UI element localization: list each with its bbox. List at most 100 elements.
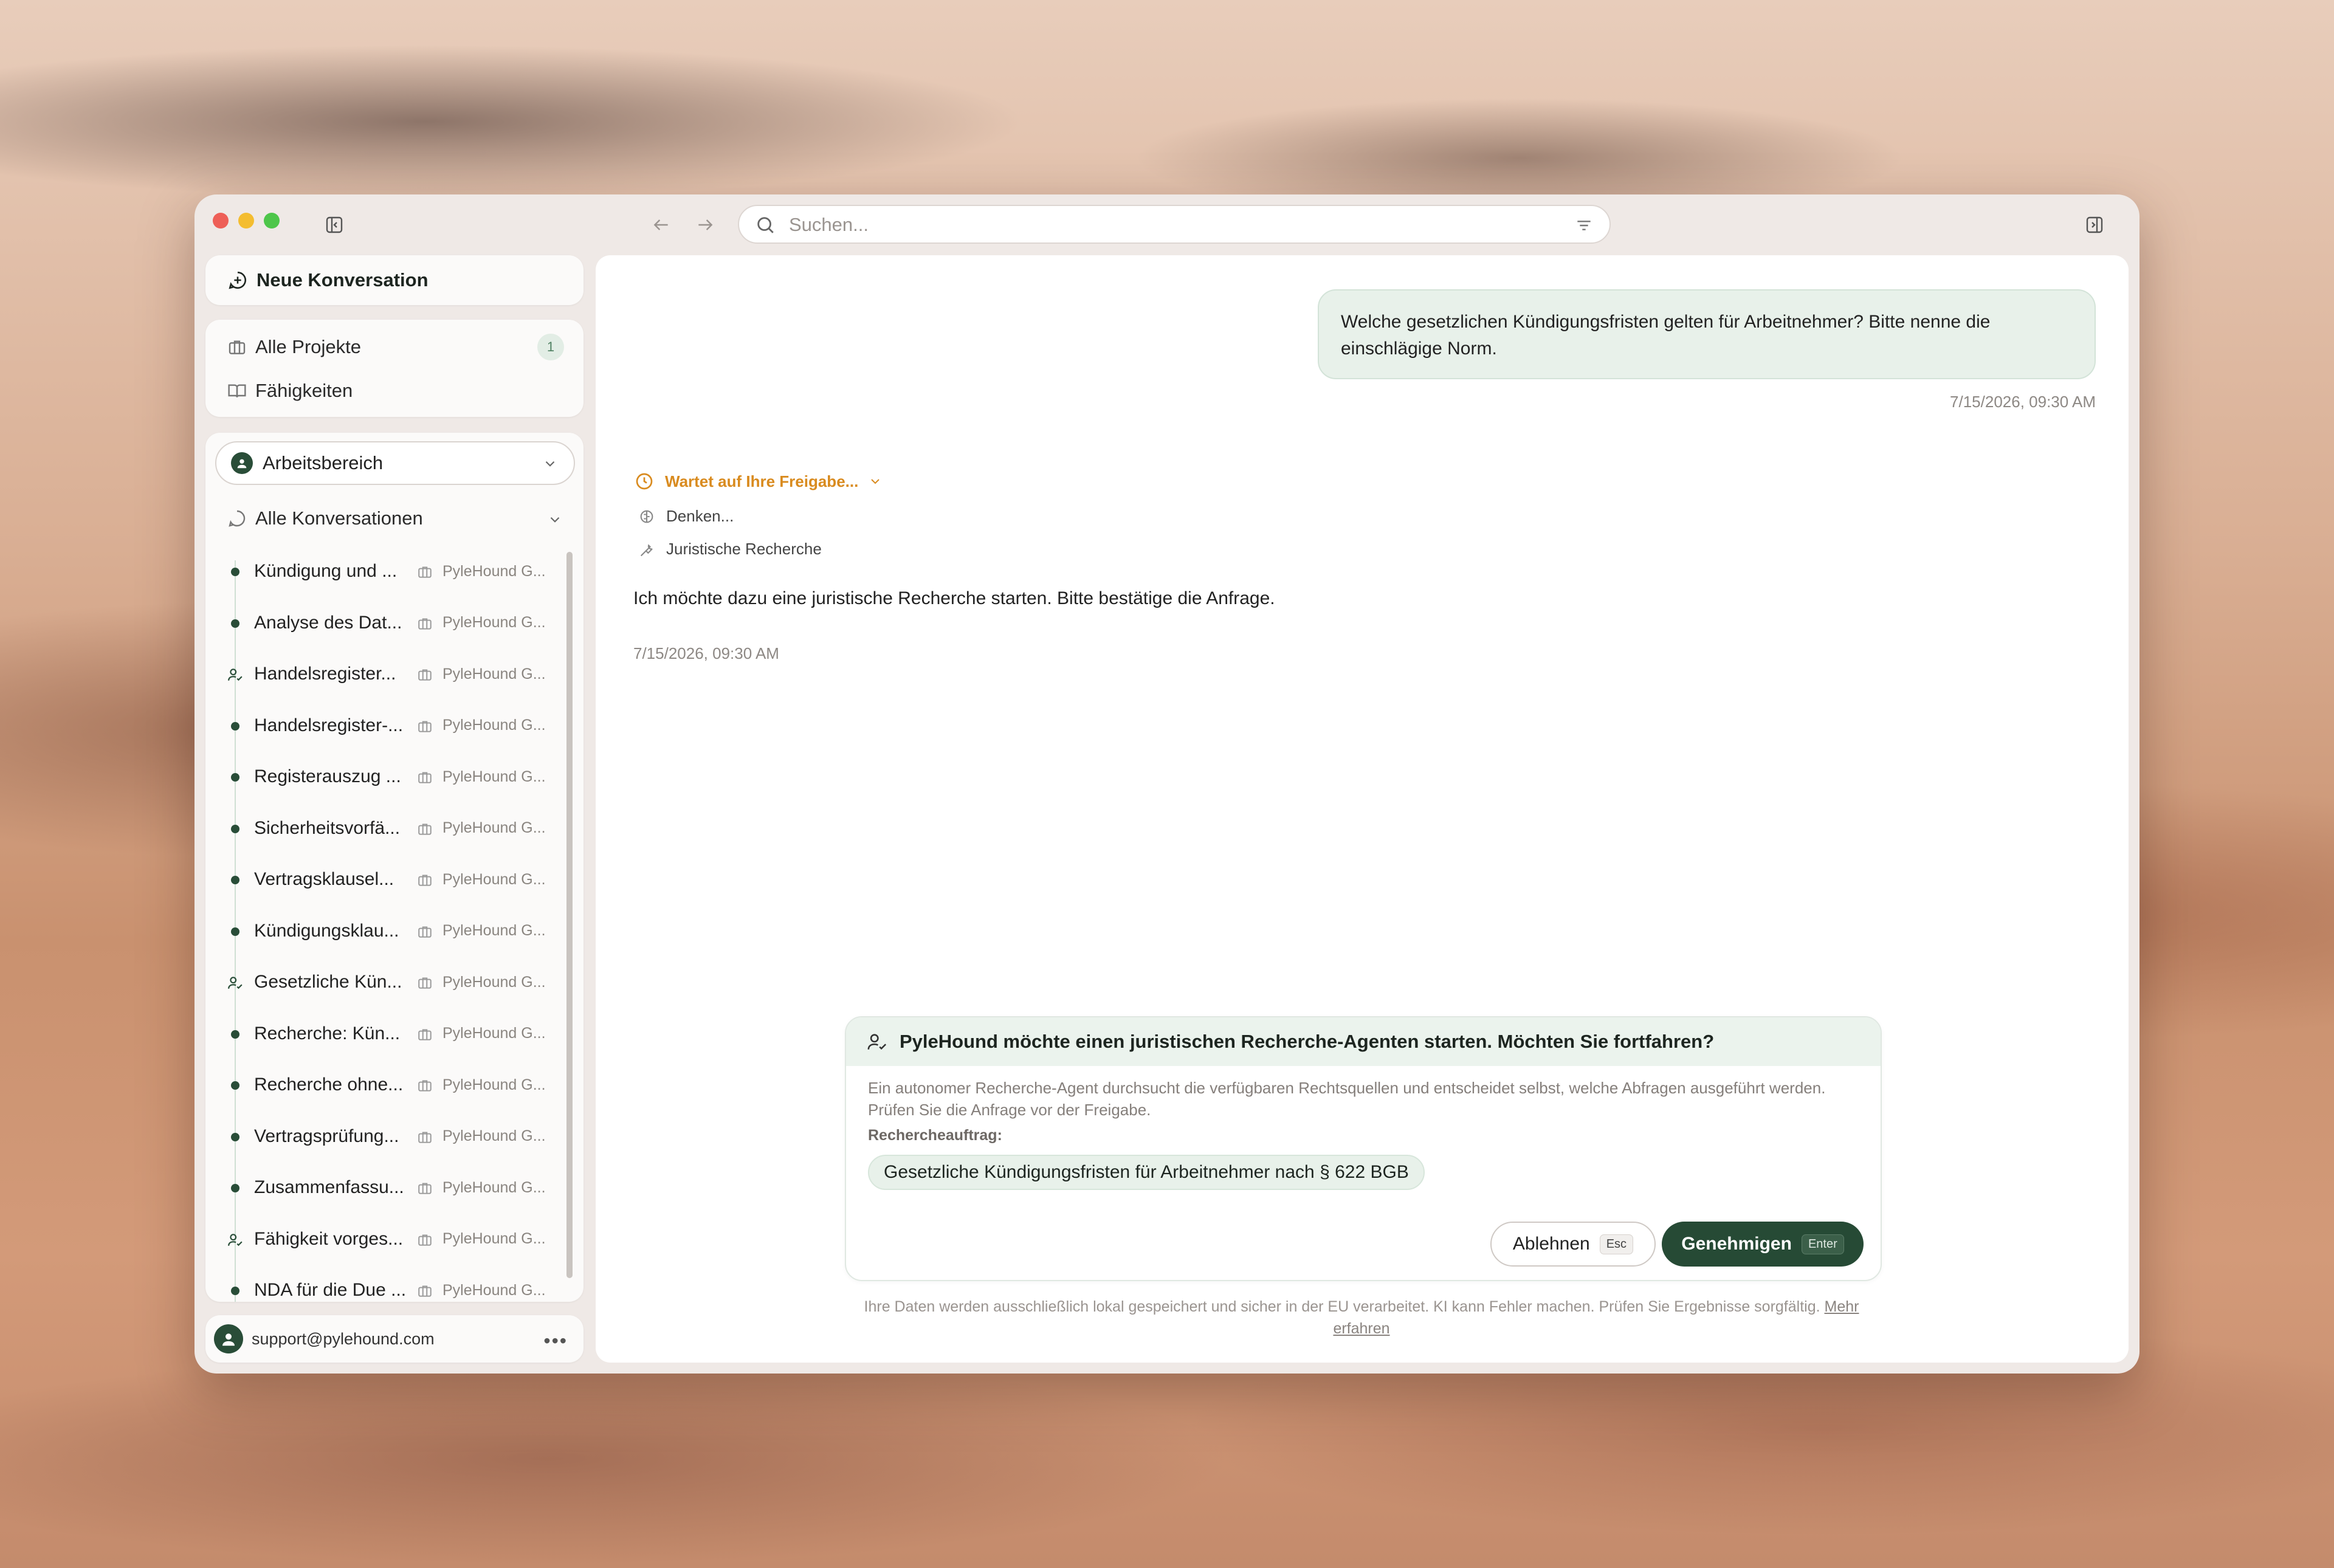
chat-panel: Welche gesetzlichen Kündigungsfristen ge… bbox=[596, 255, 2129, 1363]
conversation-project: PyleHound G... bbox=[442, 1076, 546, 1093]
toggle-right-panel-icon[interactable] bbox=[2082, 213, 2107, 237]
briefcase-icon bbox=[227, 337, 247, 357]
conversation-item[interactable]: Zusammenfassu... PyleHound G... bbox=[205, 1162, 570, 1214]
reject-button[interactable]: Ablehnen Esc bbox=[1490, 1222, 1656, 1267]
briefcase-icon bbox=[417, 924, 433, 943]
user-check-icon bbox=[227, 975, 243, 991]
sidebar: Neue Konversation Alle Projekte 1 Fähigk… bbox=[205, 255, 584, 1363]
conversation-item[interactable]: Registerauszug ... PyleHound G... bbox=[205, 751, 570, 803]
toggle-sidebar-icon[interactable] bbox=[322, 213, 346, 237]
esc-key-hint: Esc bbox=[1599, 1234, 1634, 1254]
conversation-project: PyleHound G... bbox=[442, 870, 546, 888]
conversation-item[interactable]: Sicherheitsvorfä... PyleHound G... bbox=[205, 803, 570, 854]
conversation-title: NDA für die Due ... bbox=[254, 1280, 407, 1301]
minimize-window-button[interactable] bbox=[238, 213, 254, 229]
workspace-avatar-icon bbox=[231, 452, 253, 474]
conversation-item[interactable]: Handelsregister-... PyleHound G... bbox=[205, 700, 570, 752]
chat-bubble-icon bbox=[227, 509, 247, 528]
sidebar-item-label: Alle Projekte bbox=[255, 336, 362, 357]
assistant-message-timestamp: 7/15/2026, 09:30 AM bbox=[633, 644, 779, 662]
nav-card: Alle Projekte 1 Fähigkeiten bbox=[205, 320, 584, 417]
clock-icon bbox=[635, 472, 654, 491]
step-legal-research: Juristische Recherche bbox=[638, 540, 822, 559]
all-conversations-toggle[interactable]: Alle Konversationen bbox=[205, 497, 584, 540]
status-dot bbox=[227, 1129, 243, 1145]
chevron-down-icon bbox=[547, 512, 563, 531]
conversation-title: Sicherheitsvorfä... bbox=[254, 817, 401, 838]
user-check-icon bbox=[227, 667, 243, 683]
search-bar[interactable] bbox=[738, 205, 1611, 244]
briefcase-icon bbox=[417, 718, 433, 737]
status-dot bbox=[227, 1078, 243, 1093]
conversation-title: Registerauszug ... bbox=[254, 766, 401, 787]
briefcase-icon bbox=[417, 821, 433, 840]
user-account[interactable]: support@pylehound.com ••• bbox=[205, 1315, 584, 1363]
step-label: Juristische Recherche bbox=[666, 540, 822, 558]
workspace-label: Arbeitsbereich bbox=[263, 452, 384, 473]
chevron-down-icon bbox=[542, 456, 558, 475]
research-request-chip: Gesetzliche Kündigungsfristen für Arbeit… bbox=[868, 1155, 1425, 1190]
status-dot bbox=[227, 616, 243, 631]
user-message-timestamp: 7/15/2026, 09:30 AM bbox=[1950, 393, 2096, 411]
new-conversation-button[interactable]: Neue Konversation bbox=[205, 255, 584, 305]
approval-header: PyleHound möchte einen juristischen Rech… bbox=[846, 1017, 1881, 1066]
book-icon bbox=[227, 381, 247, 401]
conversation-item[interactable]: Fähigkeit vorges... PyleHound G... bbox=[205, 1214, 570, 1265]
status-dot bbox=[227, 769, 243, 785]
briefcase-icon bbox=[417, 1180, 433, 1199]
step-thinking: Denken... bbox=[638, 507, 734, 526]
scrollbar[interactable] bbox=[566, 552, 573, 1278]
count-badge: 1 bbox=[537, 334, 564, 360]
workspace-select[interactable]: Arbeitsbereich bbox=[215, 441, 575, 485]
more-options-icon[interactable]: ••• bbox=[543, 1330, 568, 1352]
sidebar-item-all-projects[interactable]: Alle Projekte 1 bbox=[205, 326, 584, 368]
approve-button[interactable]: Genehmigen Enter bbox=[1662, 1222, 1864, 1267]
chevron-down-icon bbox=[868, 474, 883, 489]
conversation-title: Gesetzliche Kün... bbox=[254, 972, 402, 992]
conversation-item[interactable]: Recherche ohne... PyleHound G... bbox=[205, 1059, 570, 1111]
pending-approval-status[interactable]: Wartet auf Ihre Freigabe... bbox=[635, 472, 883, 491]
conversation-item[interactable]: Recherche: Kün... PyleHound G... bbox=[205, 1008, 570, 1060]
conversation-project: PyleHound G... bbox=[442, 1281, 546, 1299]
new-conversation-label: Neue Konversation bbox=[256, 269, 429, 291]
conversation-item[interactable]: Kündigung und ... PyleHound G... bbox=[205, 546, 570, 597]
footer-text: Ihre Daten werden ausschließlich lokal g… bbox=[864, 1298, 1820, 1315]
back-arrow-icon[interactable] bbox=[649, 213, 673, 237]
conversation-title: Vertragsklausel... bbox=[254, 869, 394, 890]
assistant-message: Ich möchte dazu eine juristische Recherc… bbox=[633, 588, 1275, 608]
new-chat-icon bbox=[227, 270, 248, 291]
forward-arrow-icon[interactable] bbox=[693, 213, 717, 237]
approval-description: Ein autonomer Recherche-Agent durchsucht… bbox=[868, 1079, 1826, 1119]
conversation-item[interactable]: NDA für die Due ... PyleHound G... bbox=[205, 1265, 570, 1302]
search-input[interactable] bbox=[788, 211, 1550, 239]
conversation-title: Vertragsprüfung... bbox=[254, 1126, 399, 1146]
conversation-project: PyleHound G... bbox=[442, 562, 546, 580]
filter-icon[interactable] bbox=[1574, 216, 1594, 238]
briefcase-icon bbox=[417, 667, 433, 686]
conversation-project: PyleHound G... bbox=[442, 768, 546, 785]
all-conversations-label: Alle Konversationen bbox=[255, 507, 423, 529]
conversation-item[interactable]: Vertragsklausel... PyleHound G... bbox=[205, 854, 570, 906]
brain-icon bbox=[638, 508, 655, 525]
briefcase-icon bbox=[417, 1283, 433, 1302]
conversation-item[interactable]: Analyse des Dat... PyleHound G... bbox=[205, 597, 570, 649]
conversation-item[interactable]: Vertragsprüfung... PyleHound G... bbox=[205, 1111, 570, 1163]
wrench-icon bbox=[638, 541, 655, 558]
briefcase-icon bbox=[417, 1129, 433, 1148]
conversation-item[interactable]: Kündigungsklau... PyleHound G... bbox=[205, 906, 570, 957]
status-dot bbox=[227, 821, 243, 837]
zoom-window-button[interactable] bbox=[264, 213, 280, 229]
user-check-icon bbox=[867, 1031, 887, 1052]
close-window-button[interactable] bbox=[213, 213, 229, 229]
conversation-list: Kündigung und ... PyleHound G... Analyse d… bbox=[205, 546, 570, 1302]
conversation-item[interactable]: Handelsregister... PyleHound G... bbox=[205, 648, 570, 700]
conversation-panel: Arbeitsbereich Alle Konversationen Kündi… bbox=[205, 433, 584, 1302]
request-label: Rechercheauftrag: bbox=[868, 1127, 1002, 1144]
conversation-item[interactable]: Gesetzliche Kün... PyleHound G... bbox=[205, 957, 570, 1008]
conversation-project: PyleHound G... bbox=[442, 922, 546, 940]
title-bar bbox=[194, 194, 2140, 255]
sidebar-item-skills[interactable]: Fähigkeiten bbox=[205, 370, 584, 412]
conversation-title: Recherche ohne... bbox=[254, 1075, 404, 1095]
briefcase-icon bbox=[417, 1078, 433, 1096]
app-window: Neue Konversation Alle Projekte 1 Fähigk… bbox=[194, 194, 2140, 1374]
